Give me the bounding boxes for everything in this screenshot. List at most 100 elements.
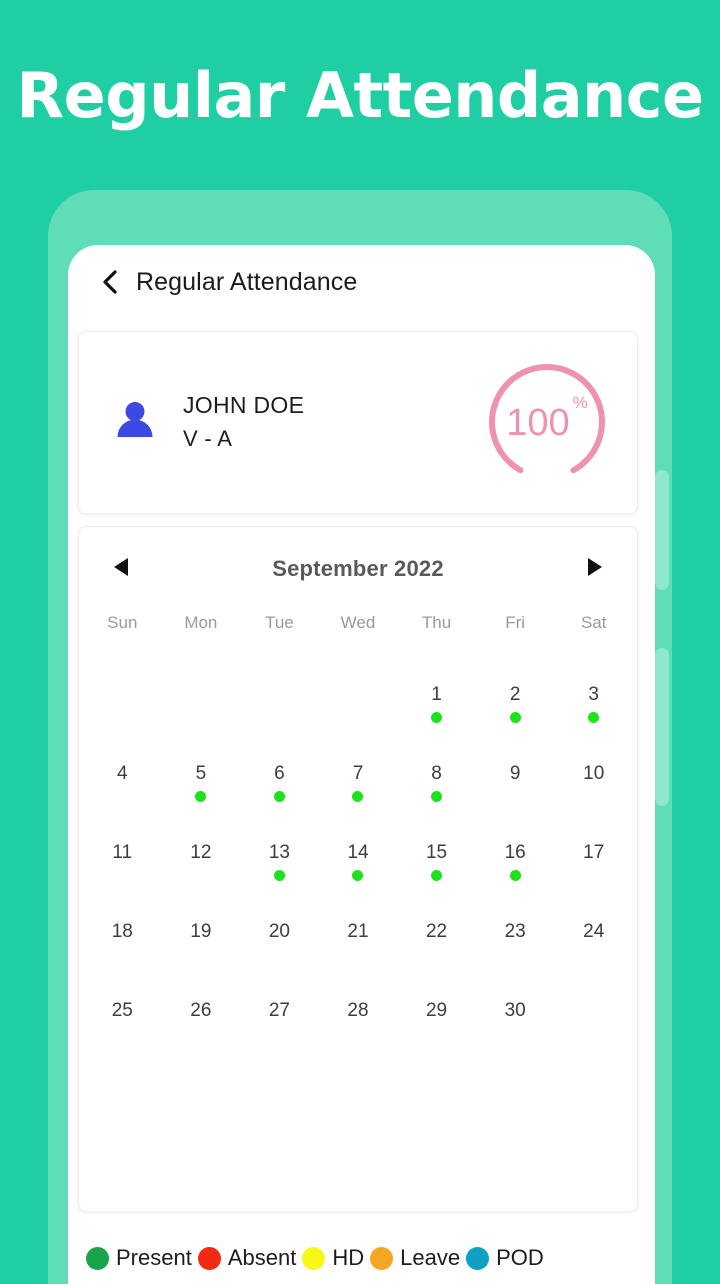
day-cell[interactable]: 22	[397, 914, 476, 993]
day-number: 9	[509, 763, 521, 784]
avatar	[107, 395, 163, 451]
legend-item: HD	[302, 1245, 370, 1271]
weekday-header: Thu	[421, 613, 452, 632]
calendar-header: September 2022	[79, 541, 637, 597]
phone-screen: Regular Attendance JOHN DOE V - A 100 % …	[68, 245, 655, 1284]
app-bar: Regular Attendance	[68, 245, 655, 319]
profile-text: JOHN DOE V - A	[183, 391, 304, 453]
day-number: 6	[274, 763, 285, 784]
day-cell[interactable]: 29	[397, 993, 476, 1072]
day-cell[interactable]: 16	[476, 835, 555, 914]
attendance-legend: Present Absent HD Leave POD	[68, 1232, 655, 1284]
legend-label: HD	[332, 1245, 365, 1270]
phone-power-button	[655, 648, 669, 806]
day-cell[interactable]: 5	[162, 756, 241, 835]
day-number: 23	[504, 921, 526, 942]
day-number: 28	[347, 1000, 369, 1021]
calendar-month-label: September 2022	[272, 556, 444, 581]
weekday-header: Sun	[107, 613, 138, 632]
day-number: 17	[583, 842, 605, 863]
gauge-value: 100	[506, 401, 570, 444]
next-month-button[interactable]	[577, 551, 613, 587]
day-cell[interactable]: 12	[162, 835, 241, 914]
day-cell[interactable]: 14	[319, 835, 398, 914]
day-cell[interactable]: 20	[240, 914, 319, 993]
back-button[interactable]	[88, 260, 132, 304]
day-number: 22	[425, 921, 448, 942]
app-bar-title: Regular Attendance	[136, 267, 358, 296]
day-status-dot	[509, 712, 521, 723]
day-cell[interactable]: 1	[397, 677, 476, 756]
day-cell[interactable]: 7	[319, 756, 398, 835]
day-number: 12	[190, 842, 212, 863]
day-cell[interactable]: 28	[319, 993, 398, 1072]
day-cell[interactable]: 19	[162, 914, 241, 993]
triangle-right-icon	[587, 557, 603, 582]
day-cell[interactable]: 13	[240, 835, 319, 914]
day-cell[interactable]: 26	[162, 993, 241, 1072]
day-cell[interactable]: 23	[476, 914, 555, 993]
day-status-dot	[431, 870, 443, 881]
profile-card: JOHN DOE V - A 100 %	[78, 331, 638, 514]
day-cell[interactable]: 25	[83, 993, 162, 1072]
day-cell[interactable]: 3	[554, 677, 633, 756]
day-number: 4	[116, 763, 128, 784]
day-cell[interactable]: 27	[240, 993, 319, 1072]
chevron-left-icon	[100, 269, 120, 295]
day-number: 13	[268, 842, 290, 863]
day-status-dot	[273, 791, 285, 802]
day-number: 21	[347, 921, 369, 942]
day-number: 24	[583, 921, 605, 942]
weekday-header: Wed	[340, 613, 376, 632]
day-cell[interactable]: 9	[476, 756, 555, 835]
triangle-left-icon	[113, 557, 129, 582]
day-number: 3	[588, 684, 599, 705]
legend-dot	[197, 1246, 221, 1270]
legend-item: POD	[466, 1245, 550, 1271]
day-cell[interactable]: 4	[83, 756, 162, 835]
person-icon	[112, 397, 158, 448]
day-number: 29	[425, 1000, 448, 1021]
day-number: 5	[195, 763, 207, 784]
day-number: 27	[268, 1000, 290, 1021]
day-number: 1	[431, 684, 442, 705]
legend-dot	[466, 1246, 490, 1270]
legend-item: Absent	[197, 1245, 303, 1271]
weekday-header: Mon	[184, 613, 218, 632]
day-number: 26	[190, 1000, 212, 1021]
day-cell[interactable]: 8	[397, 756, 476, 835]
day-status-dot	[431, 791, 443, 802]
weekday-header: Sat	[580, 613, 607, 632]
weekday-header: Tue	[265, 613, 294, 632]
gauge-unit: %	[572, 392, 588, 412]
student-class: V - A	[183, 426, 233, 452]
day-cell[interactable]: 11	[83, 835, 162, 914]
day-number: 10	[583, 763, 605, 784]
day-status-dot	[509, 870, 521, 881]
day-cell[interactable]: 30	[476, 993, 555, 1072]
day-cell-blank	[162, 677, 241, 756]
day-cell[interactable]: 21	[319, 914, 398, 993]
calendar-day-grid: 1 2 3 4 5 6 7 8 9 10 11 12 13 14 15 16 17 18 19 20 21 22 23 24 2…	[79, 677, 637, 1072]
day-number: 25	[111, 1000, 133, 1021]
student-name: JOHN DOE	[183, 392, 305, 419]
day-number: 20	[268, 921, 290, 942]
day-cell[interactable]: 10	[554, 756, 633, 835]
day-status-dot	[273, 870, 285, 881]
day-cell[interactable]: 6	[240, 756, 319, 835]
day-cell[interactable]: 15	[397, 835, 476, 914]
calendar-weekday-row: Sun Mon Tue Wed Thu Fri Sat	[79, 613, 637, 633]
day-number: 18	[111, 921, 133, 942]
day-cell-blank	[240, 677, 319, 756]
day-cell[interactable]: 2	[476, 677, 555, 756]
day-cell-blank	[83, 677, 162, 756]
day-cell[interactable]: 18	[83, 914, 162, 993]
weekday-header: Fri	[505, 613, 526, 632]
day-number: 7	[352, 763, 364, 784]
day-cell[interactable]: 24	[554, 914, 633, 993]
day-status-dot	[431, 712, 443, 723]
legend-label: Absent	[227, 1245, 297, 1270]
prev-month-button[interactable]	[103, 551, 139, 587]
legend-item: Leave	[370, 1245, 466, 1271]
day-cell[interactable]: 17	[554, 835, 633, 914]
